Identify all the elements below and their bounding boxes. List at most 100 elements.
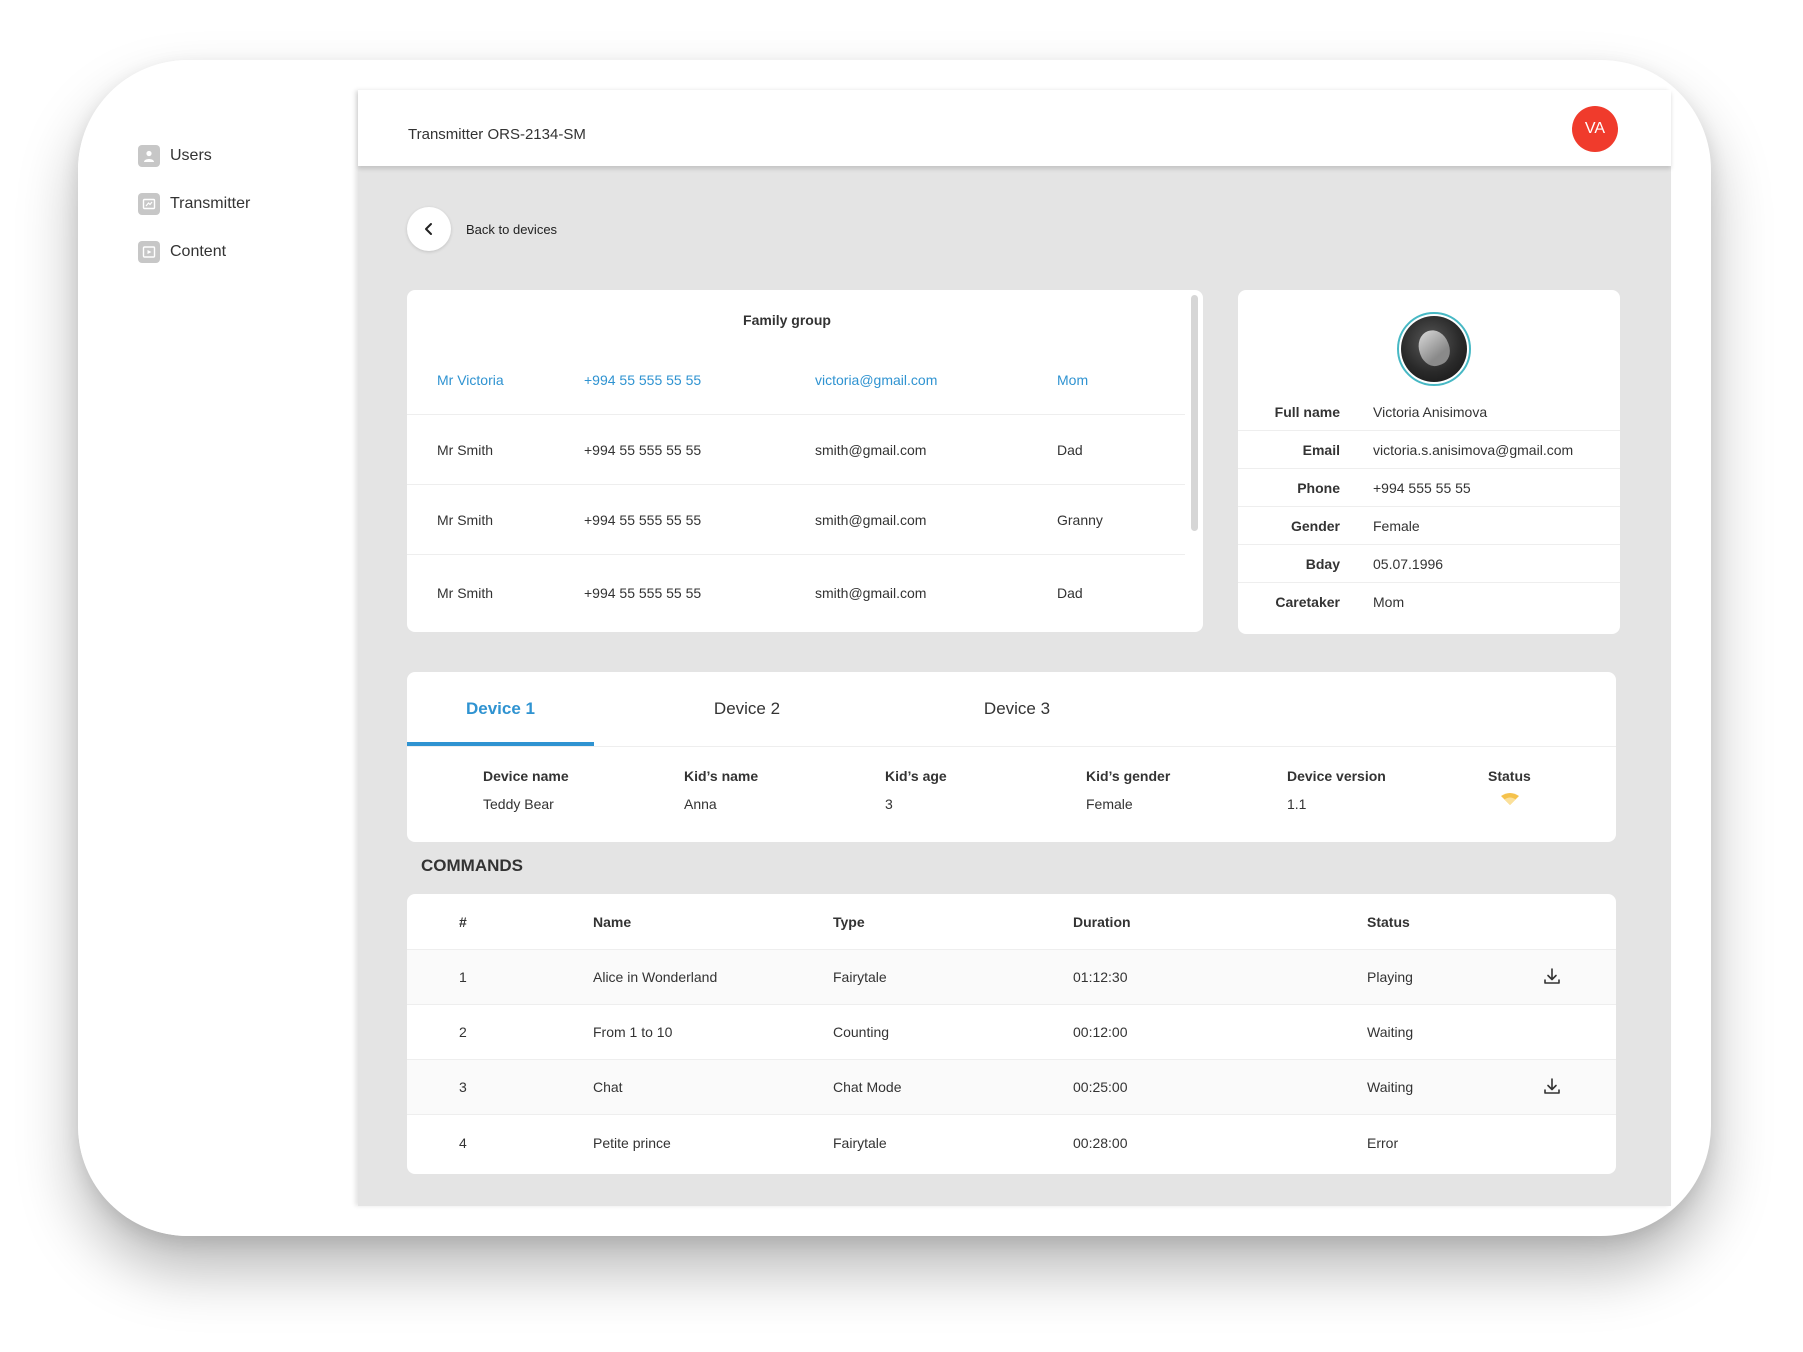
family-phone: +994 55 555 55 55 bbox=[584, 511, 702, 528]
sidebar-item-users[interactable]: Users bbox=[138, 142, 212, 170]
command-duration: 01:12:30 bbox=[1073, 969, 1128, 985]
command-status: Error bbox=[1367, 1134, 1399, 1151]
device-field-kid-gender: Kid’s gender Female bbox=[1086, 768, 1170, 812]
command-number: 1 bbox=[459, 969, 467, 985]
family-email: smith@gmail.com bbox=[815, 511, 927, 528]
family-email: smith@gmail.com bbox=[815, 585, 927, 601]
command-name: From 1 to 10 bbox=[593, 1024, 673, 1040]
device-field-value: Teddy Bear bbox=[483, 796, 554, 812]
command-type: Fairytale bbox=[833, 1134, 887, 1151]
profile-row-full-name: Full name Victoria Anisimova bbox=[1238, 393, 1620, 431]
app-screen: Users Transmitter Content Transmitter OR… bbox=[78, 60, 1711, 1236]
sidebar-item-label: Transmitter bbox=[170, 195, 251, 212]
command-duration: 00:25:00 bbox=[1073, 1079, 1128, 1095]
column-header-status: Status bbox=[1367, 913, 1410, 930]
table-row[interactable]: 4 Petite prince Fairytale 00:28:00 Error bbox=[407, 1115, 1616, 1170]
command-duration: 00:28:00 bbox=[1073, 1134, 1128, 1151]
user-avatar[interactable]: VA bbox=[1572, 106, 1618, 152]
family-email: victoria@gmail.com bbox=[815, 371, 938, 388]
command-type: Chat Mode bbox=[833, 1079, 902, 1095]
command-type: Counting bbox=[833, 1024, 890, 1040]
back-button[interactable] bbox=[407, 207, 451, 251]
command-number: 2 bbox=[459, 1024, 467, 1040]
user-icon bbox=[138, 145, 160, 167]
commands-table: # Name Type Duration Status 1 Alice in W… bbox=[407, 894, 1616, 1174]
profile-card: Full name Victoria Anisimova Email victo… bbox=[1238, 290, 1620, 634]
chevron-left-icon bbox=[425, 223, 432, 235]
wifi-icon bbox=[1500, 792, 1531, 809]
profile-label: Bday bbox=[1305, 556, 1340, 572]
command-type: Fairytale bbox=[833, 969, 887, 985]
device-field-status: Status bbox=[1488, 768, 1531, 809]
download-icon[interactable] bbox=[1542, 1076, 1564, 1098]
table-row[interactable]: 3 Chat Chat Mode 00:25:00 Waiting bbox=[407, 1060, 1616, 1115]
family-group-card: Family group Mr Victoria +994 55 555 55 … bbox=[407, 290, 1203, 632]
family-row[interactable]: Mr Smith +994 55 555 55 55 smith@gmail.c… bbox=[407, 558, 1185, 628]
family-phone: +994 55 555 55 55 bbox=[584, 371, 702, 388]
sidebar: Users Transmitter Content bbox=[78, 60, 358, 1236]
command-name: Petite prince bbox=[593, 1134, 671, 1151]
family-name: Mr Victoria bbox=[437, 371, 504, 388]
profile-label: Phone bbox=[1297, 480, 1340, 496]
column-header-duration: Duration bbox=[1073, 913, 1131, 930]
family-row[interactable]: Mr Victoria +994 55 555 55 55 victoria@g… bbox=[407, 345, 1185, 415]
family-group-title: Family group bbox=[743, 312, 831, 328]
family-email: smith@gmail.com bbox=[815, 441, 927, 458]
family-name: Mr Smith bbox=[437, 511, 493, 528]
content-icon bbox=[138, 241, 160, 263]
device-field-label: Kid’s name bbox=[684, 768, 759, 784]
family-role: Dad bbox=[1057, 441, 1083, 458]
sidebar-item-content[interactable]: Content bbox=[138, 238, 226, 266]
family-name: Mr Smith bbox=[437, 441, 493, 458]
download-icon[interactable] bbox=[1542, 966, 1564, 988]
transmitter-icon bbox=[138, 193, 160, 215]
command-name: Alice in Wonderland bbox=[593, 969, 718, 985]
family-phone: +994 55 555 55 55 bbox=[584, 585, 702, 601]
profile-row-gender: Gender Female bbox=[1238, 507, 1620, 545]
back-to-devices-link[interactable]: Back to devices bbox=[466, 222, 557, 237]
family-row[interactable]: Mr Smith +994 55 555 55 55 smith@gmail.c… bbox=[407, 485, 1185, 555]
table-row[interactable]: 1 Alice in Wonderland Fairytale 01:12:30… bbox=[407, 950, 1616, 1005]
command-status: Waiting bbox=[1367, 1079, 1414, 1095]
profile-row-bday: Bday 05.07.1996 bbox=[1238, 545, 1620, 583]
family-scrollbar[interactable] bbox=[1191, 295, 1198, 531]
family-role: Granny bbox=[1057, 511, 1103, 528]
sidebar-item-transmitter[interactable]: Transmitter bbox=[138, 190, 250, 218]
family-phone: +994 55 555 55 55 bbox=[584, 441, 702, 458]
main-content: Transmitter ORS-2134-SM VA Back to devic… bbox=[358, 90, 1671, 1206]
command-number: 4 bbox=[459, 1134, 467, 1151]
device-field-label: Status bbox=[1488, 768, 1531, 784]
profile-value: 05.07.1996 bbox=[1373, 556, 1444, 572]
column-header-name: Name bbox=[593, 913, 632, 930]
device-field-label: Device version bbox=[1287, 768, 1386, 784]
profile-label: Gender bbox=[1290, 518, 1340, 534]
column-header-type: Type bbox=[833, 913, 865, 930]
device-frame: Users Transmitter Content Transmitter OR… bbox=[78, 60, 1711, 1236]
family-row[interactable]: Mr Smith +994 55 555 55 55 smith@gmail.c… bbox=[407, 415, 1185, 485]
profile-value: Victoria Anisimova bbox=[1373, 404, 1488, 420]
device-field-value: Female bbox=[1086, 796, 1133, 812]
family-name: Mr Smith bbox=[437, 585, 493, 601]
profile-label: Full name bbox=[1274, 404, 1340, 420]
tab-device-3[interactable]: Device 3 bbox=[902, 672, 1132, 746]
sidebar-item-label: Users bbox=[170, 147, 212, 164]
command-number: 3 bbox=[459, 1079, 467, 1095]
profile-value: victoria.s.anisimova@gmail.com bbox=[1373, 442, 1574, 458]
family-role: Mom bbox=[1057, 371, 1089, 388]
tab-device-1[interactable]: Device 1 bbox=[407, 672, 594, 746]
devices-card: Device 1 Device 2 Device 3 Device name T… bbox=[407, 672, 1616, 842]
profile-value: Female bbox=[1373, 518, 1420, 534]
profile-value: Mom bbox=[1373, 594, 1405, 610]
device-field-label: Device name bbox=[483, 768, 569, 784]
commands-header-row: # Name Type Duration Status bbox=[407, 894, 1616, 950]
command-status: Playing bbox=[1367, 969, 1413, 985]
table-row[interactable]: 2 From 1 to 10 Counting 00:12:00 Waiting bbox=[407, 1005, 1616, 1060]
profile-row-email: Email victoria.s.anisimova@gmail.com bbox=[1238, 431, 1620, 469]
profile-label: Caretaker bbox=[1275, 594, 1340, 610]
command-name: Chat bbox=[593, 1079, 623, 1095]
profile-row-phone: Phone +994 555 55 55 bbox=[1238, 469, 1620, 507]
device-field-value: Anna bbox=[684, 796, 717, 812]
tab-device-2[interactable]: Device 2 bbox=[632, 672, 862, 746]
column-header-number: # bbox=[459, 913, 467, 930]
device-field-value: 1.1 bbox=[1287, 796, 1307, 812]
